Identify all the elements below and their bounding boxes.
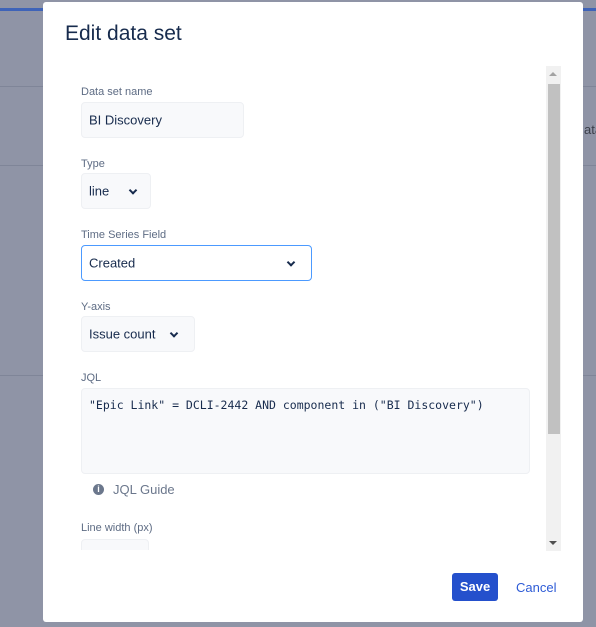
form-scrollbar[interactable] xyxy=(546,66,561,551)
jql-textarea[interactable]: "Epic Link" = DCLI-2442 AND component in… xyxy=(81,388,530,474)
info-icon: i xyxy=(93,484,104,495)
edit-data-set-dialog: Edit data set Data set name BI Discovery… xyxy=(43,2,583,622)
background-text: ata xyxy=(584,122,596,137)
chevron-down-icon xyxy=(286,258,296,267)
scroll-down-arrow-icon[interactable] xyxy=(549,541,557,545)
line-width-label: Line width (px) xyxy=(81,522,153,534)
y-axis-value: Issue count xyxy=(89,326,156,342)
jql-label: JQL xyxy=(81,372,102,384)
jql-guide-text: JQL Guide xyxy=(113,482,175,497)
line-width-input[interactable] xyxy=(81,539,149,550)
scroll-up-arrow-icon[interactable] xyxy=(549,72,557,76)
time-series-label: Time Series Field xyxy=(81,229,167,241)
y-axis-select[interactable]: Issue count xyxy=(81,316,195,352)
form-scroll-area: Data set name BI Discovery Type line Tim… xyxy=(66,66,560,550)
type-value: line xyxy=(89,183,110,199)
name-value: BI Discovery xyxy=(89,112,162,128)
jql-guide-link[interactable]: i JQL Guide xyxy=(93,482,175,497)
chevron-down-icon xyxy=(128,186,138,195)
dialog-title: Edit data set xyxy=(65,22,182,45)
time-series-value: Created xyxy=(89,255,136,271)
scrollbar-thumb[interactable] xyxy=(548,84,560,434)
save-button[interactable]: Save xyxy=(452,573,498,601)
chevron-down-icon xyxy=(169,329,179,338)
data-set-name-input[interactable]: BI Discovery xyxy=(81,102,244,138)
y-axis-label: Y-axis xyxy=(81,301,111,313)
time-series-field-select[interactable]: Created xyxy=(81,245,312,281)
type-select[interactable]: line xyxy=(81,173,151,209)
jql-value: "Epic Link" = DCLI-2442 AND component in… xyxy=(89,398,484,412)
type-label: Type xyxy=(81,158,105,170)
cancel-button[interactable]: Cancel xyxy=(516,580,556,595)
name-label: Data set name xyxy=(81,86,153,98)
